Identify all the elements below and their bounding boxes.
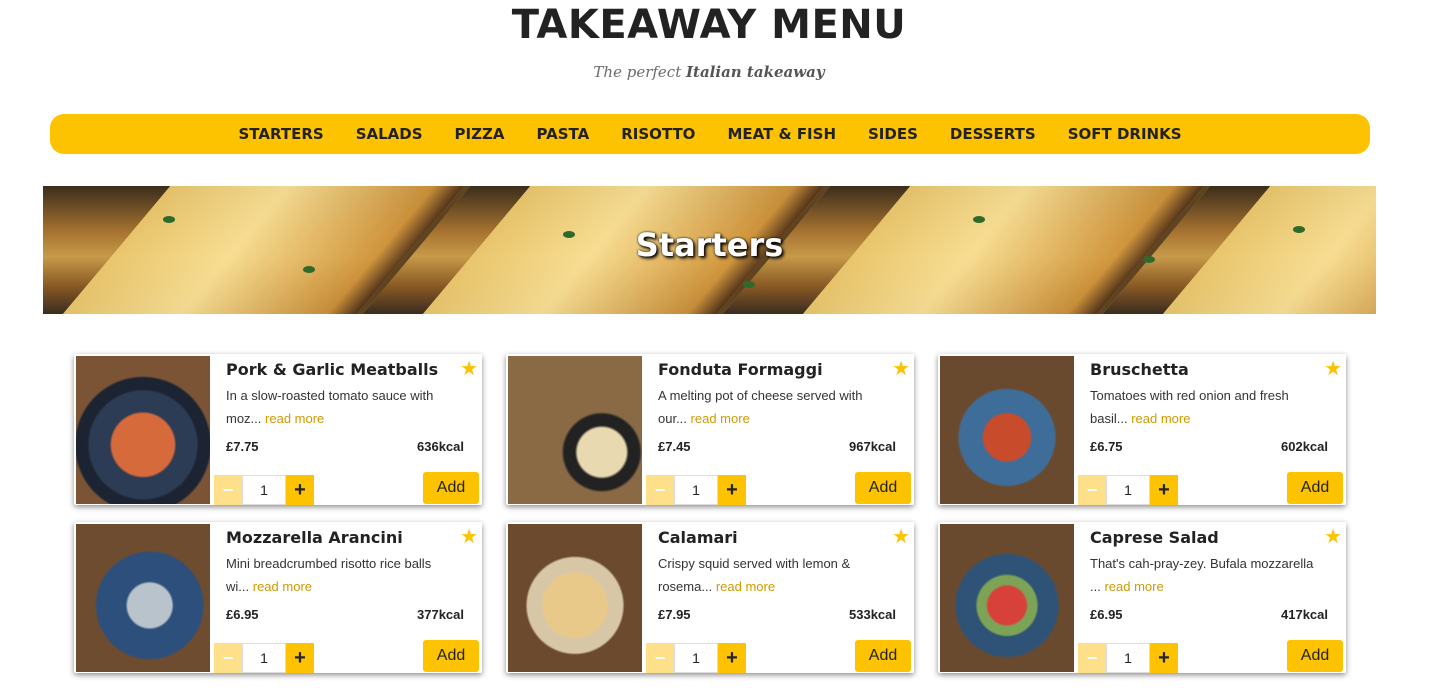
menu-item-card: ★ Mozzarella Arancini Mini breadcrumbed …	[74, 522, 482, 673]
menu-item-price: £6.95	[226, 607, 259, 622]
quantity-stepper: − +	[1078, 643, 1178, 673]
menu-item-price: £6.95	[1090, 607, 1123, 622]
menu-item-kcal: 417kcal	[1281, 607, 1328, 622]
add-to-order-button[interactable]: Add	[1287, 640, 1343, 672]
increase-quantity-button[interactable]: +	[1150, 475, 1178, 505]
star-icon[interactable]: ★	[460, 356, 478, 381]
menu-item-card: ★ Caprese Salad That's cah-pray-zey. Buf…	[938, 522, 1346, 673]
quantity-input[interactable]	[1106, 643, 1150, 673]
quantity-input[interactable]	[1106, 475, 1150, 505]
nav-item-pasta[interactable]: PASTA	[536, 125, 589, 143]
add-to-order-button[interactable]: Add	[1287, 472, 1343, 504]
menu-item-description: A melting pot of cheese served with our.…	[658, 384, 888, 430]
nav-item-risotto[interactable]: RISOTTO	[621, 125, 695, 143]
menu-item-name: Calamari	[658, 528, 738, 547]
quantity-stepper: − +	[646, 475, 746, 505]
nav-item-desserts[interactable]: DESSERTS	[950, 125, 1036, 143]
decrease-quantity-button[interactable]: −	[214, 643, 242, 673]
menu-item-description: In a slow-roasted tomato sauce with moz.…	[226, 384, 456, 430]
decrease-quantity-button[interactable]: −	[646, 475, 674, 505]
menu-item-description: Mini breadcrumbed risotto rice balls wi.…	[226, 552, 456, 598]
menu-item-kcal: 377kcal	[417, 607, 464, 622]
category-nav: STARTERS SALADS PIZZA PASTA RISOTTO MEAT…	[50, 114, 1370, 154]
menu-item-name: Pork & Garlic Meatballs	[226, 360, 439, 379]
nav-item-pizza[interactable]: PIZZA	[455, 125, 505, 143]
add-to-order-button[interactable]: Add	[855, 640, 911, 672]
menu-item-description: Crispy squid served with lemon & rosema.…	[658, 552, 888, 598]
quantity-stepper: − +	[214, 643, 314, 673]
read-more-link[interactable]: read more	[265, 411, 324, 426]
decrease-quantity-button[interactable]: −	[214, 475, 242, 505]
menu-item-price: £7.95	[658, 607, 691, 622]
increase-quantity-button[interactable]: +	[1150, 643, 1178, 673]
page-title: TAKEAWAY MENU	[511, 2, 907, 48]
menu-item-kcal: 636kcal	[417, 439, 464, 454]
menu-item-name: Caprese Salad	[1090, 528, 1219, 547]
menu-item-name: Mozzarella Arancini	[226, 528, 403, 547]
read-more-link[interactable]: read more	[716, 579, 775, 594]
menu-item-kcal: 602kcal	[1281, 439, 1328, 454]
subtitle-prefix: The perfect	[593, 63, 687, 81]
read-more-link[interactable]: read more	[1131, 411, 1190, 426]
increase-quantity-button[interactable]: +	[718, 643, 746, 673]
menu-item-kcal: 967kcal	[849, 439, 896, 454]
menu-item-image	[508, 524, 642, 672]
menu-item-desc-text: In a slow-roasted tomato sauce with moz.…	[226, 388, 434, 426]
quantity-input[interactable]	[674, 475, 718, 505]
menu-item-price: £7.75	[226, 439, 259, 454]
quantity-input[interactable]	[242, 643, 286, 673]
menu-item-price: £7.45	[658, 439, 691, 454]
add-to-order-button[interactable]: Add	[423, 472, 479, 504]
increase-quantity-button[interactable]: +	[718, 475, 746, 505]
menu-item-description: That's cah-pray-zey. Bufala mozzarella .…	[1090, 552, 1320, 598]
menu-item-image	[76, 524, 210, 672]
star-icon[interactable]: ★	[892, 524, 910, 549]
nav-item-soft-drinks[interactable]: SOFT DRINKS	[1068, 125, 1182, 143]
menu-item-image	[76, 356, 210, 504]
star-icon[interactable]: ★	[892, 356, 910, 381]
menu-item-image	[940, 356, 1074, 504]
decrease-quantity-button[interactable]: −	[1078, 475, 1106, 505]
decrease-quantity-button[interactable]: −	[646, 643, 674, 673]
read-more-link[interactable]: read more	[253, 579, 312, 594]
menu-item-card: ★ Fonduta Formaggi A melting pot of chee…	[506, 354, 914, 505]
menu-item-desc-text: A melting pot of cheese served with our.…	[658, 388, 863, 426]
menu-item-kcal: 533kcal	[849, 607, 896, 622]
section-title: Starters	[635, 226, 784, 264]
quantity-input[interactable]	[674, 643, 718, 673]
quantity-input[interactable]	[242, 475, 286, 505]
read-more-link[interactable]: read more	[691, 411, 750, 426]
page-subtitle: The perfect Italian takeaway	[0, 63, 1418, 81]
nav-item-meat-fish[interactable]: MEAT & FISH	[727, 125, 836, 143]
quantity-stepper: − +	[1078, 475, 1178, 505]
star-icon[interactable]: ★	[460, 524, 478, 549]
section-banner: Starters	[43, 186, 1376, 314]
menu-item-image	[940, 524, 1074, 672]
add-to-order-button[interactable]: Add	[423, 640, 479, 672]
read-more-link[interactable]: read more	[1104, 579, 1163, 594]
menu-item-description: Tomatoes with red onion and fresh basil.…	[1090, 384, 1320, 430]
subtitle-bold: Italian takeaway	[686, 63, 825, 81]
menu-item-card: ★ Bruschetta Tomatoes with red onion and…	[938, 354, 1346, 505]
nav-item-sides[interactable]: SIDES	[868, 125, 918, 143]
menu-item-card: ★ Calamari Crispy squid served with lemo…	[506, 522, 914, 673]
star-icon[interactable]: ★	[1324, 524, 1342, 549]
increase-quantity-button[interactable]: +	[286, 475, 314, 505]
increase-quantity-button[interactable]: +	[286, 643, 314, 673]
nav-item-salads[interactable]: SALADS	[356, 125, 423, 143]
menu-item-card: ★ Pork & Garlic Meatballs In a slow-roas…	[74, 354, 482, 505]
nav-item-starters[interactable]: STARTERS	[238, 125, 323, 143]
decrease-quantity-button[interactable]: −	[1078, 643, 1106, 673]
star-icon[interactable]: ★	[1324, 356, 1342, 381]
quantity-stepper: − +	[646, 643, 746, 673]
quantity-stepper: − +	[214, 475, 314, 505]
menu-item-price: £6.75	[1090, 439, 1123, 454]
add-to-order-button[interactable]: Add	[855, 472, 911, 504]
menu-item-image	[508, 356, 642, 504]
menu-item-name: Fonduta Formaggi	[658, 360, 823, 379]
menu-item-name: Bruschetta	[1090, 360, 1189, 379]
